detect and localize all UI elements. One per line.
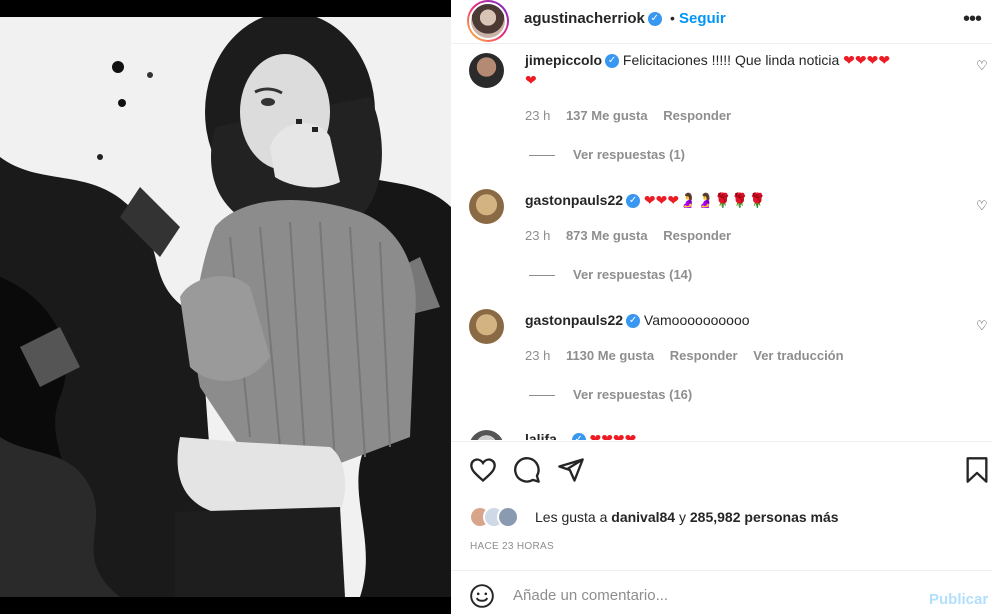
comment-reply-button[interactable]: Responder (670, 348, 738, 363)
liker-username[interactable]: danival84 (611, 509, 675, 525)
emoji-icon[interactable] (469, 583, 495, 609)
liker-avatar (497, 506, 519, 528)
verified-badge-icon: ✓ (626, 314, 641, 329)
view-replies-label: Ver respuestas (14) (573, 267, 693, 282)
comment-avatar[interactable] (469, 430, 504, 440)
comment-icon[interactable] (513, 456, 541, 484)
comment-avatar[interactable] (469, 309, 504, 344)
liker-avatars[interactable] (469, 506, 529, 528)
comment-likes[interactable]: 137 Me gusta (566, 108, 648, 123)
author-username[interactable]: agustinacherriok ✓ (524, 10, 662, 27)
heart-icon[interactable] (469, 456, 497, 484)
likes-prefix: Les gusta a (535, 509, 608, 525)
comment-time: 23 h (525, 228, 551, 243)
comment-meta: 23 h 137 Me gusta Responder (525, 108, 743, 123)
comment-reply-button[interactable]: Responder (663, 228, 731, 243)
post-modal: agustinacherriok ✓ • Seguir ••• jimepicco… (0, 0, 992, 614)
view-replies-button[interactable]: Ver respuestas (14) (529, 267, 692, 282)
likes-connector: y (679, 509, 686, 525)
post-photo (0, 17, 451, 597)
comment-avatar[interactable] (469, 189, 504, 224)
bookmark-icon[interactable] (963, 456, 991, 484)
comment-avatar[interactable] (469, 53, 504, 88)
photo-illustration (0, 17, 451, 597)
translate-button[interactable]: Ver traducción (753, 348, 843, 363)
author-username-text[interactable]: agustinacherriok (524, 10, 645, 27)
post-timestamp[interactable]: HACE 23 HORAS (470, 541, 554, 552)
actions-divider (451, 441, 992, 442)
comment-emojis: ❤❤❤❤ (843, 52, 891, 68)
comment-text: Felicitaciones !!!!! Que linda noticia (622, 52, 840, 68)
header-separator: • (670, 10, 675, 26)
add-comment-form: Publicar (451, 571, 992, 614)
comment-time: 23 h (525, 108, 551, 123)
comment-like-heart-icon[interactable]: ♡ (976, 58, 988, 74)
comment-input[interactable] (513, 583, 913, 607)
comment-reply-button[interactable]: Responder (663, 108, 731, 123)
comment-emojis: ❤❤❤❤ (589, 431, 637, 440)
view-replies-label: Ver respuestas (16) (573, 387, 693, 402)
comment-body: gastonpauls22 ✓ Vamoooooooooo (525, 310, 965, 330)
post-header: agustinacherriok ✓ • Seguir ••• (451, 0, 992, 44)
photo-frame (0, 0, 451, 614)
replies-line (529, 275, 555, 277)
comment-like-heart-icon[interactable]: ♡ (976, 318, 988, 334)
comment-username[interactable]: gastonpauls22 (525, 312, 623, 328)
comment-body: jimepiccolo ✓ Felicitaciones !!!!! Que li… (525, 50, 965, 90)
comment-text: Vamoooooooooo (643, 312, 750, 328)
send-icon[interactable] (557, 456, 585, 484)
comment-emojis: ❤❤❤🤰🤰🌹🌹🌹 (643, 192, 767, 208)
comments-list[interactable]: jimepiccolo ✓ Felicitaciones !!!!! Que li… (451, 44, 992, 440)
verified-badge-icon: ✓ (571, 433, 586, 440)
comment-meta: 23 h 1130 Me gusta Responder Ver traducc… (525, 348, 856, 363)
post-side-panel: agustinacherriok ✓ • Seguir ••• jimepicco… (451, 0, 992, 614)
likes-text: Les gusta a danival84 y 285,982 personas… (535, 509, 839, 525)
comment-meta: 23 h 873 Me gusta Responder (525, 228, 743, 243)
view-replies-button[interactable]: Ver respuestas (16) (529, 387, 692, 402)
replies-line (529, 155, 555, 157)
comment-body: lalifa... ✓ ❤❤❤❤ (525, 429, 965, 440)
comment-time: 23 h (525, 348, 551, 363)
comment-body: gastonpauls22 ✓ ❤❤❤🤰🤰🌹🌹🌹 (525, 190, 965, 210)
comment-username[interactable]: lalifa... (525, 431, 569, 440)
comment-like-heart-icon[interactable]: ♡ (976, 198, 988, 214)
action-bar (451, 456, 992, 486)
comment-emojis-line2: ❤ (525, 72, 537, 88)
comment-likes[interactable]: 873 Me gusta (566, 228, 648, 243)
author-avatar[interactable] (467, 0, 509, 42)
likes-count[interactable]: 285,982 personas más (690, 509, 839, 525)
comment-username[interactable]: gastonpauls22 (525, 192, 623, 208)
verified-badge-icon: ✓ (605, 54, 620, 69)
view-replies-button[interactable]: Ver respuestas (1) (529, 147, 685, 162)
publish-button[interactable]: Publicar (929, 591, 988, 608)
likes-summary: Les gusta a danival84 y 285,982 personas… (469, 506, 989, 528)
more-horizontal-icon[interactable]: ••• (963, 8, 982, 31)
follow-button[interactable]: Seguir (679, 10, 726, 27)
view-replies-label: Ver respuestas (1) (573, 147, 686, 162)
verified-badge-icon: ✓ (626, 194, 641, 209)
comment-likes[interactable]: 1130 Me gusta (566, 348, 654, 363)
verified-badge-icon: ✓ (647, 12, 662, 27)
replies-line (529, 395, 555, 397)
comment-username[interactable]: jimepiccolo (525, 52, 602, 68)
